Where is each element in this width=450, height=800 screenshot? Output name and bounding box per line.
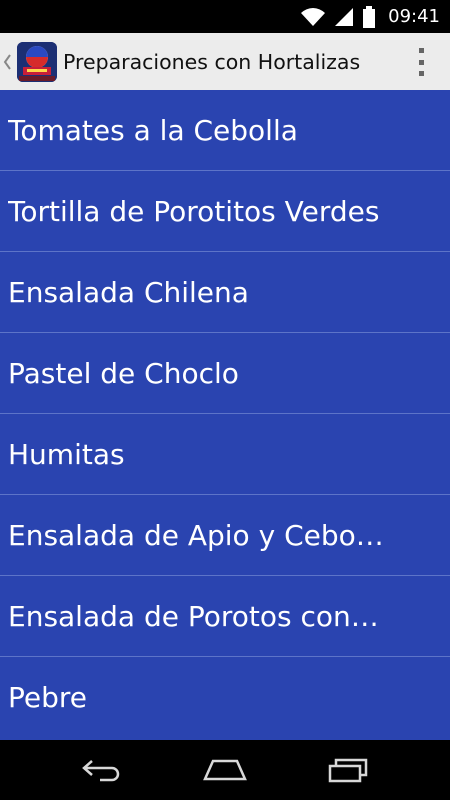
- navigation-bar: [0, 740, 450, 800]
- list-item-label: Pebre: [8, 681, 88, 714]
- overflow-menu-icon[interactable]: [414, 48, 428, 76]
- chevron-left-icon[interactable]: [3, 53, 15, 70]
- list-item[interactable]: Ensalada de Porotos con…: [0, 576, 450, 657]
- list-item-label: Ensalada Chilena: [8, 275, 249, 309]
- list-item[interactable]: Ensalada de Apio y Cebolla: [0, 495, 450, 576]
- recipe-list: Tomates a la Cebolla Tortilla de Porotit…: [0, 90, 450, 740]
- signal-icon: [334, 7, 354, 27]
- wifi-icon: [300, 7, 326, 27]
- list-item-label: Ensalada de Apio y Cebolla: [8, 518, 388, 552]
- list-item[interactable]: Tortilla de Porotitos Verdes: [0, 171, 450, 252]
- list-item[interactable]: Pebre: [0, 657, 450, 738]
- list-item[interactable]: Pastel de Choclo: [0, 333, 450, 414]
- list-item-label: Ensalada de Porotos con…: [8, 599, 379, 633]
- list-item[interactable]: Humitas: [0, 414, 450, 495]
- list-item-label: Tomates a la Cebolla: [8, 113, 298, 147]
- recipes-app-icon[interactable]: [17, 41, 57, 82]
- list-item-label: Tortilla de Porotitos Verdes: [8, 194, 380, 228]
- page-title: Preparaciones con Hortalizas: [63, 49, 361, 74]
- home-icon[interactable]: [190, 750, 260, 790]
- action-bar: Preparaciones con Hortalizas: [0, 33, 450, 90]
- status-time: 09:41: [388, 6, 440, 27]
- back-icon[interactable]: [67, 750, 137, 790]
- list-item[interactable]: Tomates a la Cebolla: [0, 90, 450, 171]
- list-item-label: Pastel de Choclo: [8, 356, 239, 390]
- list-item[interactable]: Ensalada Chilena: [0, 252, 450, 333]
- battery-icon: [362, 5, 376, 28]
- list-item-label: Humitas: [8, 437, 125, 471]
- status-bar: 09:41: [0, 0, 450, 33]
- recent-apps-icon[interactable]: [313, 750, 383, 790]
